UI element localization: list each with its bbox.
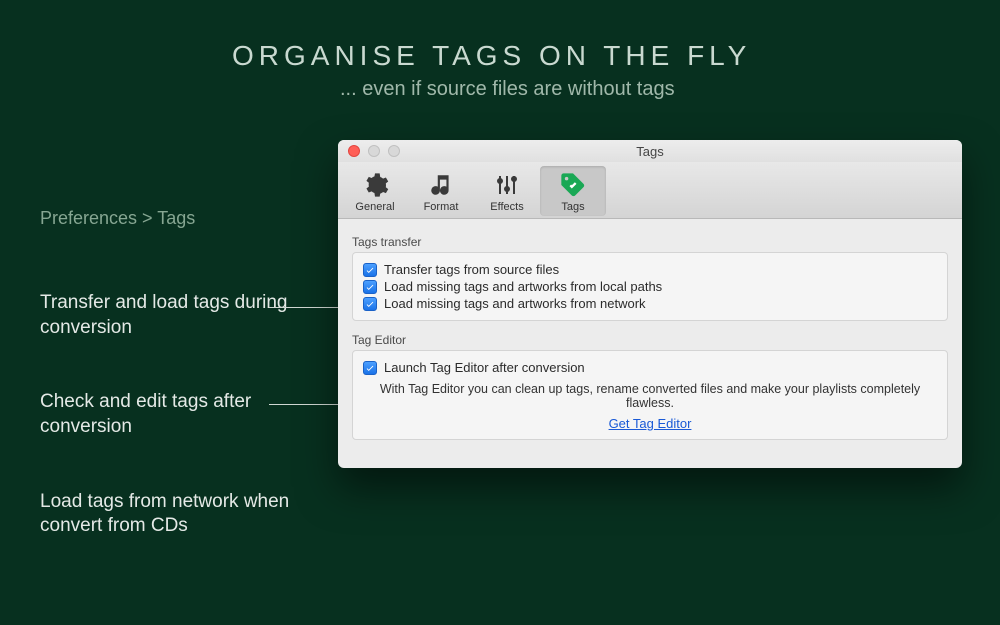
callout-network: Load tags from network when convert from…: [40, 490, 320, 539]
group-label-editor: Tag Editor: [352, 333, 948, 347]
group-transfer: Transfer tags from source files Load mis…: [352, 252, 948, 321]
checkbox-checked-icon[interactable]: [363, 297, 377, 311]
sliders-icon: [474, 170, 540, 200]
checkbox-checked-icon[interactable]: [363, 263, 377, 277]
checkbox-row[interactable]: Transfer tags from source files: [363, 261, 937, 278]
tab-label: Effects: [474, 201, 540, 213]
music-note-icon: [408, 170, 474, 200]
tab-effects[interactable]: Effects: [474, 166, 540, 216]
breadcrumb: Preferences > Tags: [40, 208, 320, 229]
checkbox-row[interactable]: Launch Tag Editor after conversion: [363, 359, 937, 376]
tag-icon: [540, 170, 606, 200]
checkbox-label: Transfer tags from source files: [384, 262, 559, 277]
preferences-toolbar: General Format Effects Tags: [338, 162, 962, 219]
checkbox-label: Load missing tags and artworks from netw…: [384, 296, 646, 311]
gear-icon: [342, 170, 408, 200]
callout-edit: Check and edit tags after conversion: [40, 390, 320, 439]
callout-transfer: Transfer and load tags during conversion: [40, 291, 320, 340]
checkbox-label: Launch Tag Editor after conversion: [384, 360, 585, 375]
group-label-transfer: Tags transfer: [352, 235, 948, 249]
group-editor: Launch Tag Editor after conversion With …: [352, 350, 948, 440]
tab-format[interactable]: Format: [408, 166, 474, 216]
checkbox-checked-icon[interactable]: [363, 280, 377, 294]
page-headline: ORGANISE TAGS ON THE FLY: [232, 40, 751, 72]
preferences-window: Tags General Format Effects Tags: [338, 140, 962, 468]
editor-description: With Tag Editor you can clean up tags, r…: [363, 382, 937, 410]
window-titlebar: Tags: [338, 140, 962, 162]
checkbox-row[interactable]: Load missing tags and artworks from netw…: [363, 295, 937, 312]
tab-general[interactable]: General: [342, 166, 408, 216]
tab-label: General: [342, 201, 408, 213]
tab-label: Tags: [540, 201, 606, 213]
tab-tags[interactable]: Tags: [540, 166, 606, 216]
window-title: Tags: [338, 144, 962, 159]
tab-label: Format: [408, 201, 474, 213]
checkbox-row[interactable]: Load missing tags and artworks from loca…: [363, 278, 937, 295]
get-tag-editor-link[interactable]: Get Tag Editor: [609, 416, 692, 431]
checkbox-checked-icon[interactable]: [363, 361, 377, 375]
checkbox-label: Load missing tags and artworks from loca…: [384, 279, 662, 294]
page-subhead: ... even if source files are without tag…: [340, 78, 751, 101]
